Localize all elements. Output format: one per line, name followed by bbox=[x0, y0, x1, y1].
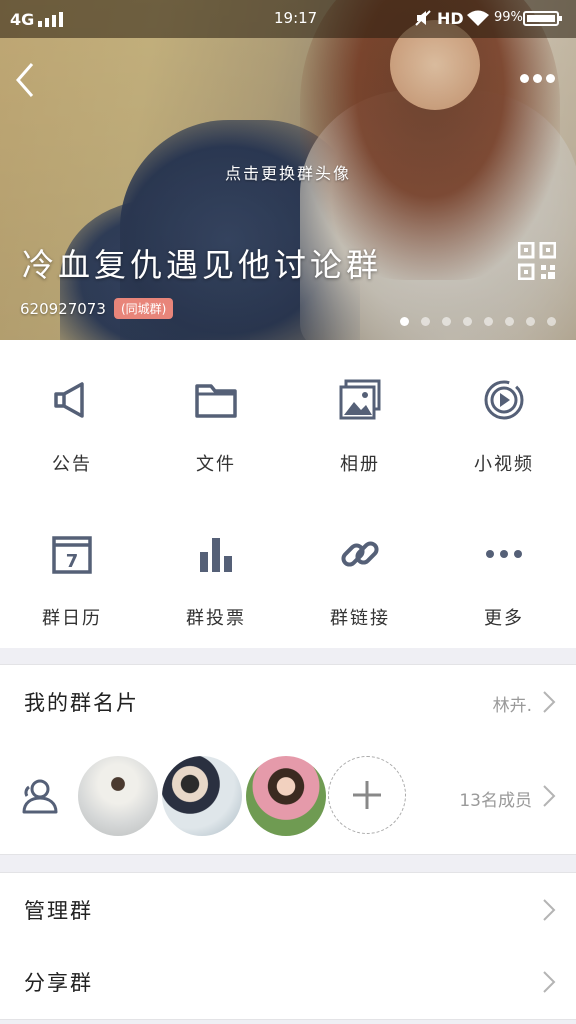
qr-code-icon[interactable] bbox=[517, 241, 557, 281]
group-id: 620927073 bbox=[20, 300, 106, 318]
grid-item-announcement[interactable]: 公告 bbox=[0, 340, 144, 494]
share-group-title: 分享群 bbox=[24, 971, 93, 995]
share-group-row[interactable]: 分享群 bbox=[0, 945, 576, 1020]
page-indicator bbox=[400, 311, 568, 330]
member-count: 13名成员 bbox=[459, 791, 532, 811]
avatar[interactable] bbox=[78, 756, 158, 836]
feature-grid: 公告 文件 相册 小视频 7 群日历 群投票 群链接 更多 bbox=[0, 340, 576, 648]
manage-group-row[interactable]: 管理群 bbox=[0, 872, 576, 946]
clock: 19:17 bbox=[274, 9, 318, 27]
my-group-card-title: 我的群名片 bbox=[24, 691, 139, 715]
more-options-button[interactable] bbox=[520, 68, 564, 88]
grid-item-label: 更多 bbox=[484, 608, 524, 629]
page-dot bbox=[400, 317, 409, 326]
grid-item-vote[interactable]: 群投票 bbox=[144, 494, 288, 648]
album-icon bbox=[339, 379, 381, 420]
grid-item-label: 文件 bbox=[196, 454, 236, 475]
grid-item-label: 群链接 bbox=[330, 608, 390, 629]
grid-item-label: 群日历 bbox=[42, 608, 102, 629]
chevron-left-icon bbox=[16, 63, 34, 97]
members-row[interactable]: 13名成员 bbox=[0, 738, 576, 855]
grid-item-label: 群投票 bbox=[186, 608, 246, 629]
calendar-icon: 7 bbox=[52, 536, 92, 574]
chevron-right-icon bbox=[543, 691, 556, 713]
my-group-card-value: 林卉. bbox=[492, 696, 532, 716]
back-button[interactable] bbox=[14, 60, 54, 100]
avatar[interactable] bbox=[246, 756, 326, 836]
wifi-icon bbox=[466, 9, 490, 31]
status-bar: 4G 19:17 HD 99% bbox=[0, 0, 576, 38]
plus-icon bbox=[353, 781, 381, 809]
page-dot bbox=[526, 317, 535, 326]
chevron-right-icon bbox=[543, 785, 556, 807]
members-icon bbox=[22, 779, 58, 814]
battery-icon bbox=[523, 11, 562, 26]
grid-item-album[interactable]: 相册 bbox=[288, 340, 432, 494]
manage-group-title: 管理群 bbox=[24, 899, 93, 923]
grid-item-link[interactable]: 群链接 bbox=[288, 494, 432, 648]
grid-item-label: 小视频 bbox=[474, 454, 534, 475]
page-dot bbox=[484, 317, 493, 326]
page-dot bbox=[547, 317, 556, 326]
page-dot bbox=[463, 317, 472, 326]
folder-icon bbox=[195, 384, 237, 418]
signal-icon bbox=[38, 11, 68, 27]
battery-percent: 99% bbox=[494, 10, 523, 25]
change-avatar-hint[interactable]: 点击更换群头像 bbox=[0, 160, 576, 184]
page-dot bbox=[505, 317, 514, 326]
add-member-button[interactable] bbox=[328, 756, 406, 834]
hd-indicator: HD bbox=[437, 9, 464, 28]
chevron-right-icon bbox=[543, 899, 556, 921]
mute-icon bbox=[414, 9, 432, 31]
grid-item-label: 公告 bbox=[52, 454, 92, 475]
page-dot bbox=[442, 317, 451, 326]
megaphone-icon bbox=[54, 382, 84, 418]
chevron-right-icon bbox=[543, 971, 556, 993]
more-icon bbox=[486, 550, 522, 558]
network-type: 4G bbox=[10, 10, 35, 29]
grid-item-files[interactable]: 文件 bbox=[144, 340, 288, 494]
page-dot bbox=[421, 317, 430, 326]
grid-item-calendar[interactable]: 7 群日历 bbox=[0, 494, 144, 648]
link-icon bbox=[341, 541, 379, 567]
grid-item-label: 相册 bbox=[340, 454, 380, 475]
grid-item-short-video[interactable]: 小视频 bbox=[432, 340, 576, 494]
calendar-day: 7 bbox=[66, 551, 79, 572]
city-group-tag: (同城群) bbox=[114, 298, 174, 319]
avatar[interactable] bbox=[162, 756, 242, 836]
bar-chart-icon bbox=[200, 538, 232, 572]
video-icon bbox=[484, 380, 524, 420]
group-name: 冷血复仇遇见他讨论群 bbox=[22, 246, 383, 284]
my-group-card-row[interactable]: 我的群名片 林卉. bbox=[0, 664, 576, 739]
grid-item-more[interactable]: 更多 bbox=[432, 494, 576, 648]
